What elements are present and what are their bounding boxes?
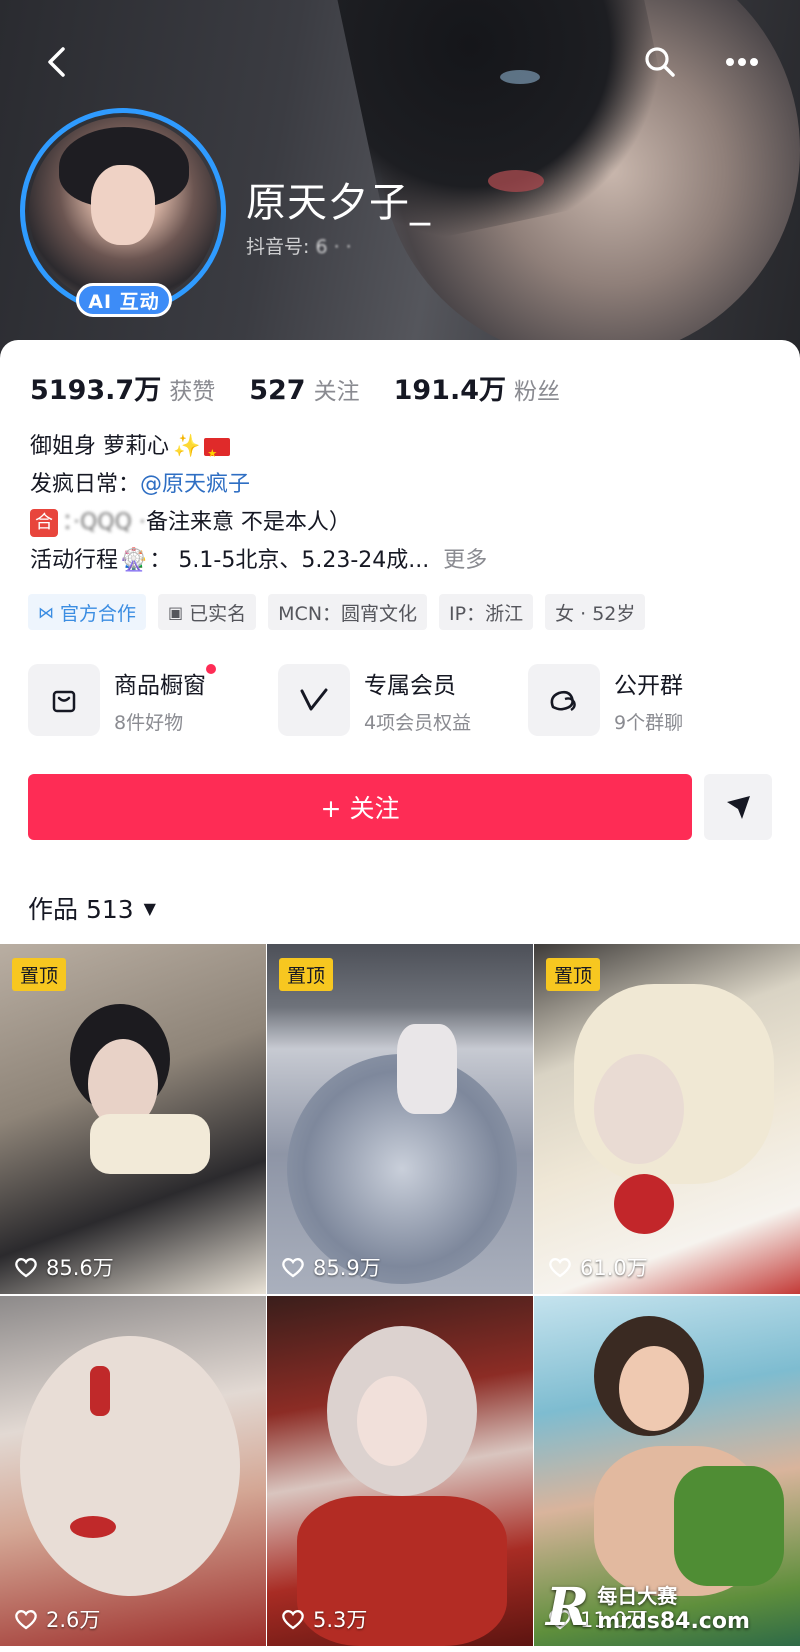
tag-official-cooperation[interactable]: ⋈ 官方合作 — [28, 594, 147, 630]
pinned-badge: 置顶 — [546, 958, 601, 991]
shopping-bag-icon — [28, 664, 100, 736]
bio-text: ： 5.1-5北京、5.23-24成... — [149, 548, 430, 573]
stat-followers[interactable]: 191.4万 粉丝 — [394, 368, 560, 407]
flag-icon — [204, 435, 231, 473]
send-icon — [727, 796, 750, 819]
follow-button[interactable]: + 关注 — [28, 774, 692, 840]
douyin-id-value: 6 · · — [315, 236, 352, 258]
chat-bubble-icon — [528, 664, 600, 736]
he-icon: 合 — [30, 509, 58, 537]
heart-icon — [15, 1610, 37, 1630]
tag-gender-age: 女 · 52岁 — [545, 594, 646, 630]
stat-value: 5193.7万 — [30, 375, 162, 406]
stat-label: 获赞 — [169, 379, 216, 405]
back-button[interactable] — [34, 40, 78, 84]
douyin-id: 抖音号: 6 · · — [246, 232, 352, 259]
notification-dot — [206, 663, 216, 674]
pinned-badge: 置顶 — [12, 958, 67, 991]
tag-label: IP：浙江 — [449, 602, 524, 625]
blurred-contact: ：·QQQ · — [62, 510, 146, 535]
stat-value: 191.4万 — [393, 375, 506, 406]
service-title: 商品橱窗 — [114, 663, 216, 700]
stat-label: 粉丝 — [513, 379, 560, 405]
watermark-name: 每日大赛 — [597, 1584, 678, 1608]
profile-tags: ⋈ 官方合作 ▣ 已实名 MCN：圆宵文化 IP：浙江 女 · 52岁 — [28, 594, 657, 630]
service-subtitle: 8件好物 — [114, 711, 184, 734]
avatar-image — [29, 117, 217, 305]
watermark-logo: R — [546, 1576, 590, 1638]
tag-ip: IP：浙江 — [439, 594, 534, 630]
bio-text: 活动行程 — [30, 548, 119, 573]
id-card-icon: ▣ — [168, 602, 184, 622]
works-label: 作品 513 — [28, 895, 134, 924]
message-button[interactable] — [704, 774, 772, 840]
watermark-url: mrds84.com — [597, 1609, 750, 1634]
tag-label: 已实名 — [189, 602, 247, 625]
tag-verified[interactable]: ▣ 已实名 — [158, 594, 257, 630]
pinned-badge: 置顶 — [279, 958, 334, 991]
bio-line: 活动行程 🎡 ： 5.1-5北京、5.23-24成... 更多 — [30, 542, 487, 580]
heart-icon — [282, 1610, 304, 1630]
like-count: 2.6万 — [14, 1604, 100, 1634]
ai-interaction-badge[interactable]: AI 互动 — [76, 283, 172, 317]
sparkle-icon: ✨ — [173, 434, 201, 459]
search-button[interactable] — [638, 40, 682, 84]
tag-mcn[interactable]: MCN：圆宵文化 — [268, 594, 428, 630]
ferris-wheel-icon: 🎡 — [120, 548, 148, 573]
tag-label: MCN：圆宵文化 — [278, 602, 418, 625]
like-count: 61.0万 — [548, 1252, 648, 1282]
caret-down-icon: ▼ — [143, 898, 156, 918]
banner-lips-image — [488, 170, 544, 192]
banner-eye-image — [500, 70, 540, 84]
video-tile[interactable]: 5.3万 — [267, 1296, 533, 1646]
handshake-icon: ⋈ — [38, 602, 54, 622]
like-count: 85.6万 — [14, 1252, 114, 1282]
service-title: 公开群 — [614, 672, 683, 699]
services-row: 商品橱窗 8件好物 专属会员 4项会员权益 公开群 9个群聊 — [28, 663, 778, 736]
profile-nickname: 原天夕子_ — [246, 180, 431, 226]
stat-following[interactable]: 527 关注 — [249, 372, 359, 406]
bio-text: 备注来意 不是本人） — [145, 510, 351, 535]
like-count: 5.3万 — [281, 1604, 367, 1634]
heart-icon — [15, 1258, 37, 1278]
stat-label: 关注 — [313, 379, 360, 405]
chevron-left-icon — [48, 47, 65, 77]
heart-icon — [549, 1258, 571, 1278]
tag-label: 女 · 52岁 — [555, 602, 636, 625]
search-icon — [645, 47, 675, 77]
service-subtitle: 9个群聊 — [614, 711, 684, 734]
bio-more-link[interactable]: 更多 — [443, 542, 487, 580]
works-grid: 置顶 85.6万 置顶 85.9万 置顶 61.0万 2.6万 5.3万 11.… — [0, 944, 800, 1646]
service-public-group[interactable]: 公开群 9个群聊 — [528, 664, 778, 736]
douyin-id-label: 抖音号: — [246, 236, 316, 258]
video-tile[interactable]: 2.6万 — [0, 1296, 266, 1646]
stat-likes[interactable]: 5193.7万 获赞 — [30, 368, 215, 407]
site-watermark: R 每日大赛 mrds84.com — [546, 1568, 796, 1646]
bio: 御姐身 萝莉心 ✨ 发疯日常： @原天疯子 合 ：·QQQ · 备注来意 不是本… — [30, 428, 487, 580]
bio-text: 御姐身 萝莉心 — [30, 434, 169, 459]
bio-line: 御姐身 萝莉心 ✨ — [30, 428, 487, 473]
works-tab[interactable]: 作品 513 ▼ — [28, 890, 156, 926]
bio-line: 发疯日常： @原天疯子 — [30, 466, 487, 504]
heart-icon — [282, 1258, 304, 1278]
service-membership[interactable]: 专属会员 4项会员权益 — [278, 664, 528, 736]
v-membership-icon — [278, 664, 350, 736]
bio-text: 发疯日常： — [30, 472, 141, 497]
like-count: 85.9万 — [281, 1252, 381, 1282]
tag-label: 官方合作 — [60, 602, 137, 625]
service-subtitle: 4项会员权益 — [364, 711, 472, 734]
bio-line: 合 ：·QQQ · 备注来意 不是本人） — [30, 504, 487, 542]
more-button[interactable] — [720, 40, 764, 84]
stats-row: 5193.7万 获赞 527 关注 191.4万 粉丝 — [30, 368, 594, 407]
video-tile[interactable]: 置顶 85.9万 — [267, 944, 533, 1294]
service-title: 专属会员 — [364, 672, 456, 699]
video-tile[interactable]: 置顶 61.0万 — [534, 944, 800, 1294]
video-tile[interactable]: 置顶 85.6万 — [0, 944, 266, 1294]
service-shop-window[interactable]: 商品橱窗 8件好物 — [28, 663, 278, 736]
more-dots-icon — [726, 58, 758, 66]
mention-link[interactable]: @原天疯子 — [140, 466, 250, 504]
stat-value: 527 — [249, 375, 306, 406]
